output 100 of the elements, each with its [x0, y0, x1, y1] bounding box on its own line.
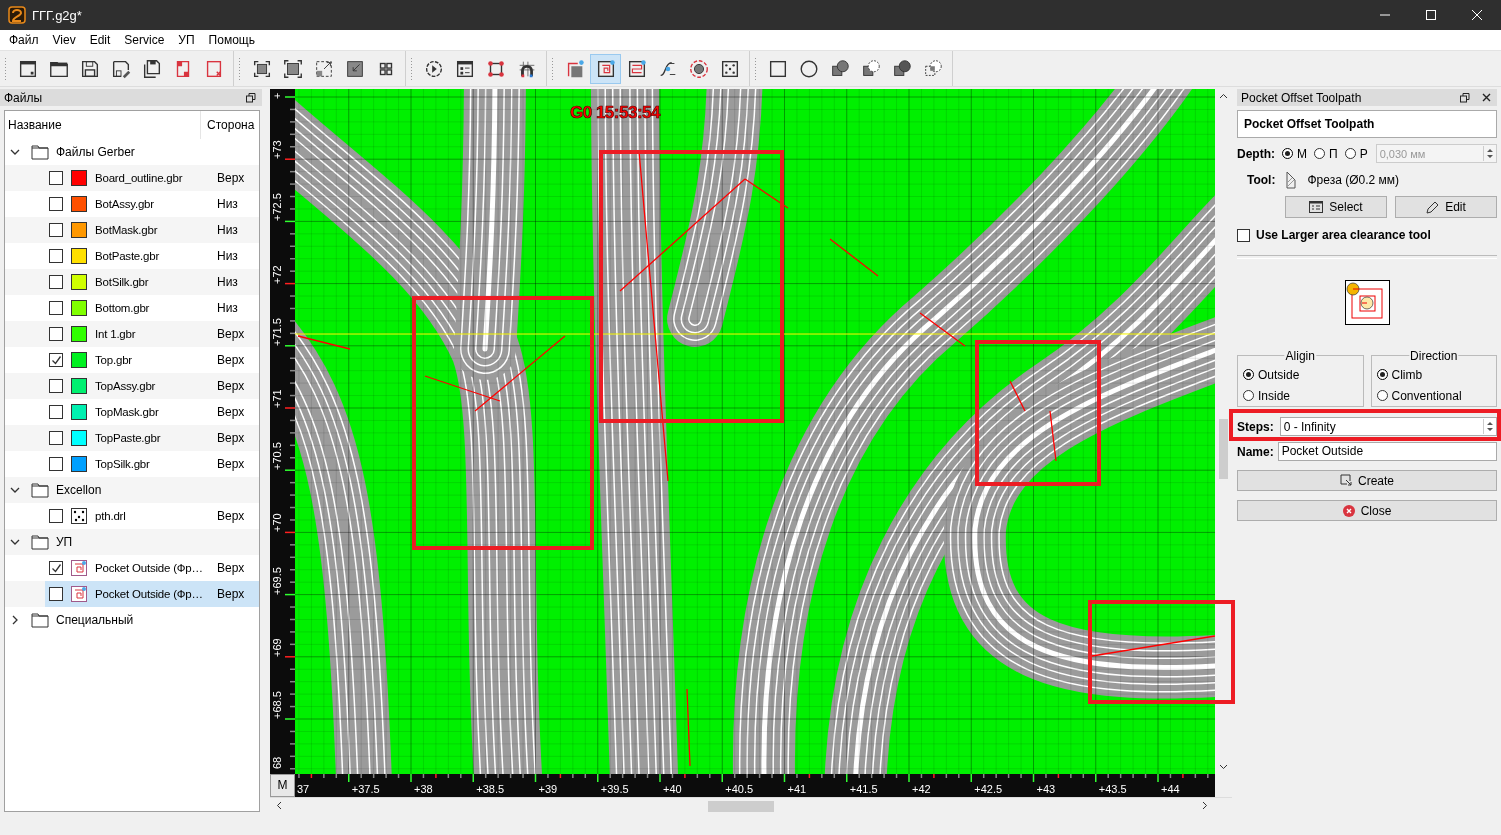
chevron-down-icon[interactable] — [10, 485, 20, 495]
file-name: Pocket Outside (Фр… — [95, 562, 204, 574]
close-icon[interactable] — [1482, 93, 1491, 102]
tree-item[interactable]: pth.drl Верх — [45, 503, 259, 529]
file-name: BotMask.gbr — [95, 224, 159, 236]
ruler-label: +41.5 — [849, 783, 878, 795]
menu-item[interactable]: Viev — [45, 33, 83, 47]
float-panel-icon[interactable] — [246, 92, 256, 103]
radio-label: М — [1297, 146, 1307, 161]
checkbox[interactable] — [49, 171, 63, 185]
scroll-thumb[interactable] — [708, 800, 774, 812]
radio-label: Conventional — [1391, 388, 1462, 403]
ruler-label: +42 — [912, 783, 931, 795]
column-header[interactable]: Название — [5, 111, 201, 139]
checkbox[interactable] — [49, 587, 63, 601]
layer-color-swatch[interactable] — [71, 222, 87, 238]
scroll-thumb[interactable] — [1219, 419, 1228, 479]
checkbox[interactable] — [1237, 228, 1250, 242]
menu-item[interactable]: Edit — [82, 33, 118, 47]
tree-item[interactable]: Pocket Outside (Фр… Верх — [45, 581, 259, 607]
checkbox[interactable] — [49, 561, 63, 575]
chevron-down-icon[interactable] — [10, 147, 20, 157]
panel-title: Pocket Offset Toolpath — [1241, 90, 1362, 105]
checkbox[interactable] — [49, 301, 63, 315]
group-title: Direction — [1409, 349, 1459, 363]
float-panel-icon[interactable] — [1460, 92, 1470, 103]
tree-item[interactable]: Специальный — [28, 607, 134, 633]
toolbar-grip[interactable] — [238, 56, 241, 81]
checkbox[interactable] — [49, 353, 63, 367]
chevron-down-icon[interactable] — [10, 537, 20, 547]
name-field[interactable]: Pocket Outside — [1277, 442, 1497, 461]
tree-item[interactable]: Файлы Gerber — [28, 139, 135, 165]
checkbox[interactable] — [49, 275, 63, 289]
file-name: BotPaste.gbr — [95, 250, 161, 262]
menu-item[interactable]: Service — [117, 33, 172, 47]
checkbox[interactable] — [49, 405, 63, 419]
checkbox[interactable] — [49, 223, 63, 237]
layer-color-swatch[interactable] — [71, 378, 87, 394]
scroll-right-icon[interactable] — [1202, 800, 1208, 810]
toolbar-button[interactable] — [590, 53, 621, 84]
unit-button[interactable]: M — [270, 774, 295, 797]
menu-item[interactable]: Помощь — [201, 33, 262, 47]
create-button[interactable]: Create — [1237, 470, 1497, 491]
radio-label: Climb — [1391, 367, 1423, 382]
checkbox[interactable] — [49, 509, 63, 523]
steps-label: Steps: — [1237, 419, 1274, 434]
toolbar-grip[interactable] — [410, 56, 413, 81]
checkbox[interactable] — [49, 431, 63, 445]
tree-item[interactable]: TopMask.gbr Верх — [45, 399, 259, 425]
radio-button[interactable] — [1376, 390, 1388, 401]
select-button[interactable]: Select — [1285, 196, 1387, 218]
scroll-left-icon[interactable] — [276, 800, 282, 810]
folder-icon — [31, 612, 49, 628]
column-header[interactable]: Сторона — [201, 118, 255, 132]
tree-item[interactable]: TopSilk.gbr Верх — [45, 451, 259, 477]
checkbox[interactable] — [49, 379, 63, 393]
folder-icon — [31, 534, 49, 550]
toolbar-grip[interactable] — [551, 56, 554, 81]
checkbox[interactable] — [49, 249, 63, 263]
layer-color-swatch[interactable] — [71, 170, 87, 186]
tree-item[interactable]: BotAssy.gbr Низ — [45, 191, 259, 217]
radio-button[interactable] — [1376, 369, 1388, 380]
layer-color-swatch[interactable] — [71, 196, 87, 212]
side-label: Верх — [217, 509, 246, 523]
tree-item[interactable]: BotPaste.gbr Низ — [45, 243, 259, 269]
close-button[interactable]: Close — [1237, 500, 1497, 521]
layer-color-swatch[interactable] — [71, 326, 87, 342]
radio-button[interactable] — [1243, 369, 1254, 380]
layer-color-swatch[interactable] — [71, 248, 87, 264]
file-name: TopMask.gbr — [95, 406, 160, 418]
toolbar-grip[interactable] — [4, 56, 7, 81]
chevron-right-icon[interactable] — [10, 615, 20, 625]
tree-item[interactable]: Top.gbr Верх — [45, 347, 259, 373]
maximize-icon[interactable] — [1425, 9, 1437, 21]
radio-button[interactable] — [1243, 390, 1254, 401]
checkbox[interactable] — [49, 197, 63, 211]
checkbox[interactable] — [49, 457, 63, 471]
scroll-down-icon[interactable] — [1219, 764, 1228, 770]
layer-color-swatch[interactable] — [71, 430, 87, 446]
pocket-spiral-icon — [71, 586, 87, 602]
tree-item[interactable]: Bottom.gbr Низ — [45, 295, 259, 321]
ruler-label: +38 — [414, 783, 433, 795]
scroll-up-icon[interactable] — [1219, 93, 1228, 99]
file-name: Board_outline.gbr — [95, 172, 184, 184]
layer-color-swatch[interactable] — [71, 274, 87, 290]
edit-button[interactable]: Edit — [1395, 196, 1497, 218]
layer-color-swatch[interactable] — [71, 456, 87, 472]
layer-color-swatch[interactable] — [71, 404, 87, 420]
toolbar-grip[interactable] — [754, 56, 757, 81]
radio-label: Р — [1359, 146, 1368, 161]
tree-item[interactable]: УП — [28, 529, 73, 555]
checkbox[interactable] — [49, 327, 63, 341]
tree-item[interactable]: Pocket Outside (Фр… Верх — [45, 555, 259, 581]
menu-item[interactable]: УП — [171, 33, 202, 47]
steps-field[interactable]: 0 - Infinity — [1279, 417, 1497, 436]
layer-color-swatch[interactable] — [71, 300, 87, 316]
menu-item[interactable]: Файл — [2, 33, 46, 47]
layer-color-swatch[interactable] — [71, 352, 87, 368]
spin-arrows-icon[interactable] — [1483, 419, 1496, 434]
side-label: Верх — [217, 405, 246, 419]
